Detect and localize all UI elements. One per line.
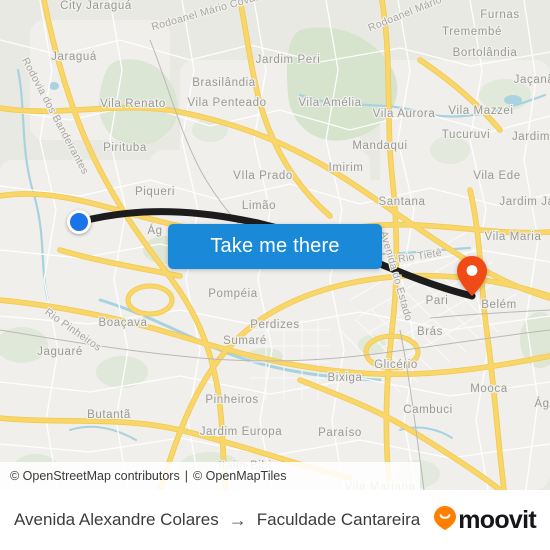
route-title: Avenida Alexandre Colares → Faculdade Ca…	[14, 510, 420, 531]
moovit-logo[interactable]: moovit	[434, 505, 537, 535]
route-origin-label: Avenida Alexandre Colares	[14, 510, 219, 529]
take-me-there-label: Take me there	[210, 235, 340, 257]
take-me-there-button[interactable]: Take me there	[168, 224, 382, 269]
origin-marker[interactable]	[67, 210, 91, 234]
moovit-wordmark: moovit	[458, 505, 536, 534]
pin-shape	[457, 256, 487, 296]
openmaptiles-attribution-link[interactable]: © OpenMapTiles	[193, 469, 287, 483]
osm-attribution-link[interactable]: © OpenStreetMap contributors	[10, 469, 180, 483]
pin-hole	[466, 265, 478, 276]
map-attribution: © OpenStreetMap contributors | © OpenMap…	[0, 462, 420, 490]
route-destination-label: Faculdade Cantareira	[256, 510, 421, 529]
footer-bar: Avenida Alexandre Colares → Faculdade Ca…	[0, 490, 550, 550]
moovit-route-card: .land { fill:#e9e9e4; } .park { fill:#d6…	[0, 0, 550, 550]
attribution-separator: |	[184, 469, 188, 483]
map-canvas[interactable]: .land { fill:#e9e9e4; } .park { fill:#d6…	[0, 0, 550, 490]
moovit-pin-icon	[434, 505, 457, 535]
arrow-right-icon: →	[228, 509, 247, 530]
destination-marker[interactable]	[457, 256, 487, 296]
